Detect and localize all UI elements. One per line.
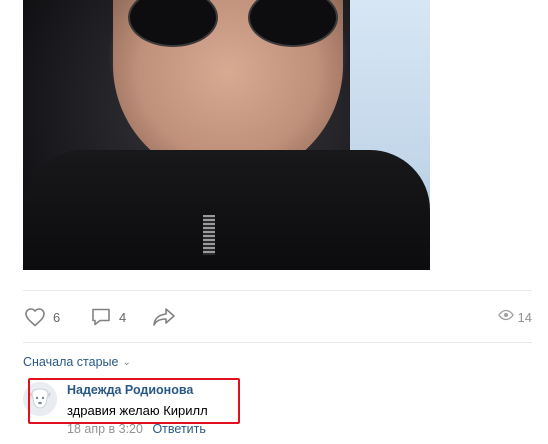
reply-button[interactable]: Ответить — [152, 422, 205, 436]
sort-label: Сначала старые — [23, 355, 119, 369]
chevron-down-icon: ⌄ — [122, 356, 131, 368]
comment-button[interactable]: 4 — [89, 303, 126, 331]
view-counter: 14 — [497, 303, 532, 331]
photo-sunglasses — [118, 0, 338, 47]
heart-icon — [23, 305, 47, 329]
view-count: 14 — [517, 309, 532, 325]
photo-zipper — [203, 215, 215, 255]
comment-date[interactable]: 18 апр в 3:20 — [67, 422, 143, 436]
comment-icon — [89, 305, 113, 329]
comment-sort-dropdown[interactable]: Сначала старые ⌄ — [23, 355, 131, 369]
share-arrow-icon — [151, 305, 177, 329]
share-button[interactable] — [151, 303, 177, 331]
post-photo[interactable] — [23, 0, 430, 270]
comment-count: 4 — [119, 309, 127, 325]
comment-item: Надежда Родионова здравия желаю Кирилл 1… — [23, 380, 532, 444]
post-actions: 6 4 14 — [23, 303, 532, 331]
comment-meta: 18 апр в 3:20 Ответить — [67, 422, 206, 436]
divider — [23, 342, 532, 343]
comment-author[interactable]: Надежда Родионова — [67, 383, 193, 397]
like-count: 6 — [53, 309, 61, 325]
eye-icon — [497, 307, 514, 328]
photo-hoodie — [23, 150, 430, 270]
comment-text: здравия желаю Кирилл — [67, 403, 208, 418]
divider — [23, 290, 532, 291]
avatar[interactable] — [23, 382, 57, 416]
like-button[interactable]: 6 — [23, 303, 60, 331]
